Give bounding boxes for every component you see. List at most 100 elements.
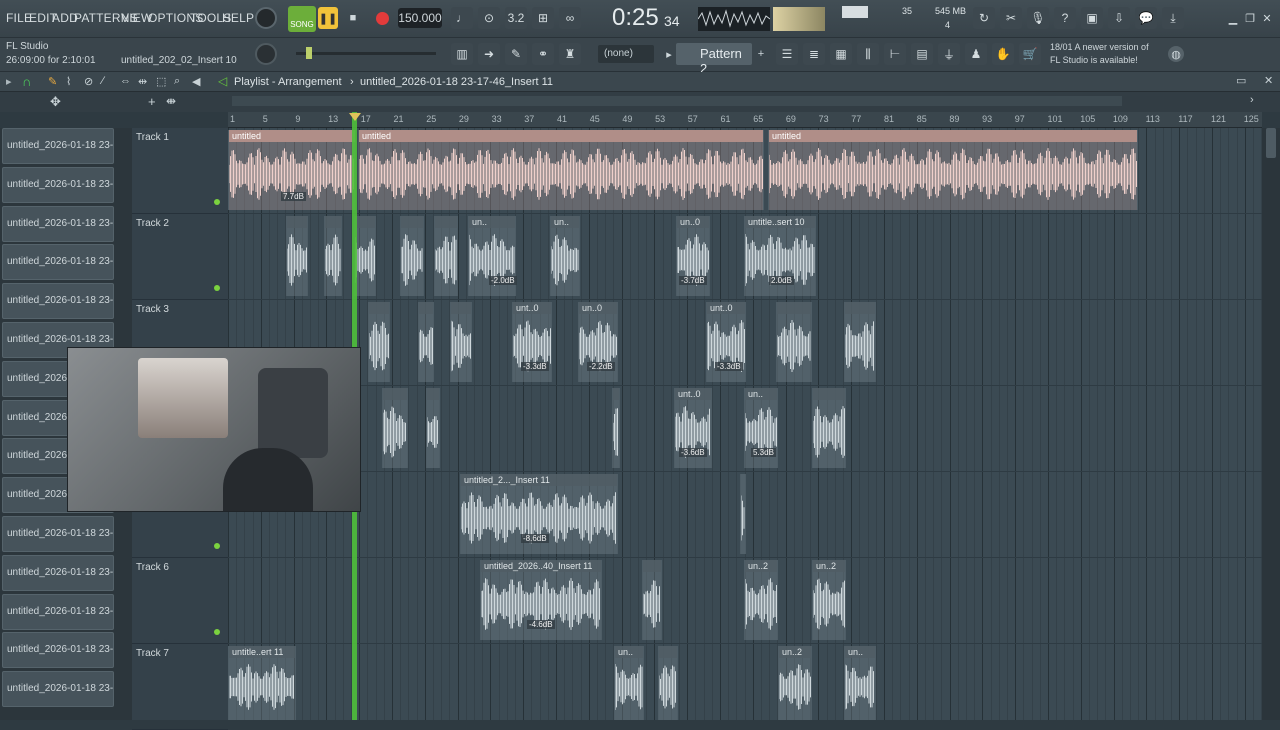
time-display[interactable]: 0:25 xyxy=(612,4,659,32)
timeline-ruler[interactable]: 1 5 9 13 17 21 25 29 33 37 41 45 49 53 57 61 65 69 73 77 81 8… xyxy=(228,112,1262,128)
pen-button[interactable]: ✎ xyxy=(505,43,527,65)
slice-icon[interactable]: ⇹ xyxy=(138,75,147,88)
audio-clip[interactable] xyxy=(400,216,424,296)
pencil-icon[interactable]: ✎ xyxy=(48,75,57,88)
song-mode-toggle[interactable]: SONG xyxy=(288,6,316,32)
audio-clip[interactable] xyxy=(324,216,342,296)
audio-clip[interactable] xyxy=(286,216,308,296)
speaker-icon[interactable]: ◀ xyxy=(192,75,200,88)
help-button[interactable]: ? xyxy=(1054,7,1076,29)
audio-clip[interactable] xyxy=(776,302,812,382)
audio-clip[interactable]: untitled xyxy=(358,130,764,210)
arrow-button[interactable]: ➜ xyxy=(478,43,500,65)
track-led[interactable] xyxy=(214,629,220,635)
audio-clip[interactable] xyxy=(354,216,376,296)
clip-list-item[interactable]: untitled_2026-01-18 23- xyxy=(2,632,114,669)
playlist-button[interactable]: ☰ xyxy=(776,43,798,65)
playlist-close-icon[interactable]: ✕ xyxy=(1264,74,1273,87)
add-pattern-button[interactable]: + xyxy=(755,45,767,63)
audio-clip[interactable]: un..2 xyxy=(778,646,812,720)
track-header[interactable]: Track 1 xyxy=(132,128,228,214)
audio-clip[interactable] xyxy=(642,560,662,640)
clip-list-item[interactable]: untitled_2026-01-18 23- xyxy=(2,205,114,242)
pattern-keyboard-button[interactable]: ▥ xyxy=(451,43,473,65)
mic-button[interactable]: 🎙 xyxy=(1027,7,1049,29)
overview-scrollbar[interactable] xyxy=(232,96,1122,106)
cut-button[interactable]: ✂ xyxy=(1000,7,1022,29)
refresh-button[interactable]: ↻ xyxy=(973,7,995,29)
browser-button[interactable]: ⊢ xyxy=(884,43,906,65)
menu-help[interactable]: HELP xyxy=(222,11,254,25)
audio-clip[interactable] xyxy=(612,388,620,468)
loop-record-button[interactable]: ∞ xyxy=(559,7,581,29)
mute-icon[interactable]: ∕ xyxy=(102,75,104,87)
save-button[interactable]: ▣ xyxy=(1081,7,1103,29)
delete-icon[interactable]: ⊘ xyxy=(84,75,93,88)
audio-clip[interactable]: un..2 xyxy=(744,560,778,640)
chat-button[interactable]: 💬 xyxy=(1135,7,1157,29)
record-button[interactable] xyxy=(371,7,393,29)
audio-clip[interactable]: unt..0 -3.3dB xyxy=(706,302,746,382)
audio-clip[interactable]: untitled 7.7dB xyxy=(228,130,356,210)
audio-clip[interactable]: un.. 5.3dB xyxy=(744,388,778,468)
plugin-button[interactable]: ⏚ xyxy=(938,43,960,65)
triangle-right-icon[interactable]: ▸ xyxy=(6,75,12,88)
audio-clip[interactable] xyxy=(740,474,746,554)
audio-clip[interactable] xyxy=(434,216,458,296)
download-button[interactable]: ⤓ xyxy=(1162,7,1184,29)
snap-select[interactable]: (none) xyxy=(598,45,654,63)
slider-handle[interactable] xyxy=(306,47,312,59)
audio-clip[interactable]: untitled xyxy=(768,130,1138,210)
audio-clip[interactable] xyxy=(418,302,434,382)
track-header[interactable]: Track 7 xyxy=(132,644,228,730)
master-pitch-slider[interactable] xyxy=(296,47,436,59)
arrangement-name[interactable]: untitled_2026-01-18 23-17-46_Insert 11 xyxy=(360,76,553,88)
track-header[interactable]: Track 2 xyxy=(132,214,228,300)
audio-clip[interactable] xyxy=(368,302,390,382)
render-button[interactable]: ⇩ xyxy=(1108,7,1130,29)
scroll-arrows-icon[interactable]: ✥ xyxy=(50,94,61,110)
audio-clip[interactable]: un.. xyxy=(614,646,644,720)
clip-list-item[interactable]: untitled_2026-01-18 23- xyxy=(2,283,114,320)
select-icon[interactable]: ⬚ xyxy=(156,75,166,88)
minimize-button[interactable]: ▁ xyxy=(1226,11,1240,25)
files-button[interactable]: ▤ xyxy=(911,43,933,65)
audio-clip[interactable]: untitle..ert 11 xyxy=(228,646,296,720)
clip-list-item[interactable]: untitled_2026-01-18 23- xyxy=(2,244,114,281)
resize-icon[interactable]: ⇼ xyxy=(166,94,176,108)
audio-clip[interactable]: unt..0 -3.6dB xyxy=(674,388,712,468)
restore-button[interactable]: ❐ xyxy=(1243,11,1257,25)
track-led[interactable] xyxy=(214,199,220,205)
touch-button[interactable]: ✋ xyxy=(992,43,1014,65)
audio-clip[interactable] xyxy=(812,388,846,468)
channel-rack-button[interactable]: ▦ xyxy=(830,43,852,65)
news-line-1[interactable]: 18/01 A newer version of xyxy=(1050,42,1149,52)
countdown-button[interactable]: 3.2 xyxy=(505,7,527,29)
audio-clip[interactable]: un.. -2.0dB xyxy=(468,216,517,296)
clip-list-item[interactable]: untitled_2026-01-18 23- xyxy=(2,554,114,591)
link-button[interactable]: ⚭ xyxy=(532,43,554,65)
vertical-scrollbar[interactable] xyxy=(1262,128,1280,720)
audio-clip[interactable]: untitle..sert 10 2.0dB xyxy=(744,216,816,296)
track-lane[interactable] xyxy=(228,644,1262,720)
audio-clip[interactable]: un..0 -2.2dB xyxy=(578,302,618,382)
metronome-button[interactable]: ♩ xyxy=(451,7,473,29)
wait-button[interactable]: ⊙ xyxy=(478,7,500,29)
audio-clip[interactable]: un.. xyxy=(844,646,876,720)
pitch-knob[interactable] xyxy=(255,43,277,65)
playlist-minimize-icon[interactable]: ▭ xyxy=(1236,74,1246,87)
close-button[interactable]: ✕ xyxy=(1260,11,1274,25)
pattern-selector[interactable]: Pattern 2 xyxy=(676,43,752,76)
globe-button[interactable]: ◍ xyxy=(1168,46,1184,62)
slip-icon[interactable]: ⇔ xyxy=(120,75,131,87)
clip-list-item[interactable]: untitled_2026-01-18 23- xyxy=(2,516,114,552)
audio-clip[interactable] xyxy=(426,388,440,468)
audio-clip[interactable]: unt..0 -3.3dB xyxy=(512,302,552,382)
audio-clip[interactable]: un..0 -3.7dB xyxy=(676,216,710,296)
brush-icon[interactable]: ⌇ xyxy=(66,75,71,88)
stop-button[interactable]: ■ xyxy=(343,7,363,29)
piano-roll-button[interactable]: ≣ xyxy=(803,43,825,65)
track-led[interactable] xyxy=(214,285,220,291)
magnet-icon[interactable]: ∩ xyxy=(22,74,31,89)
add-track-icon[interactable]: + xyxy=(148,94,156,109)
